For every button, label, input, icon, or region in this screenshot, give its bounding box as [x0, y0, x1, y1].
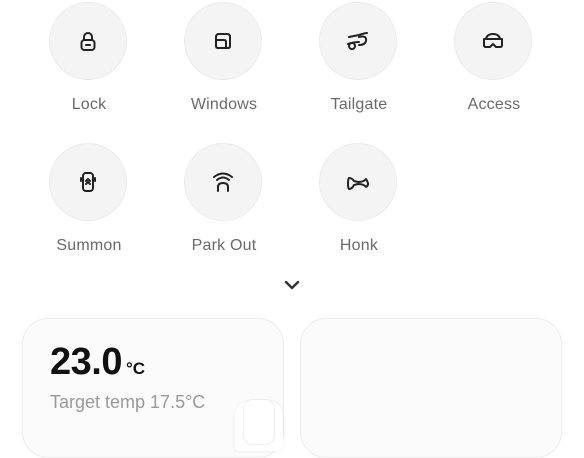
lock-control[interactable]: Lock — [29, 2, 149, 122]
tailgate-label: Tailgate — [330, 96, 388, 113]
summon-icon — [76, 169, 100, 195]
lock-label: Lock — [71, 96, 107, 113]
temp-unit: °C — [125, 359, 146, 378]
target-temp-text: Target temp 17.5°C — [50, 392, 206, 412]
chevron-down-icon — [282, 276, 302, 294]
temp-value: 23.0 — [50, 341, 122, 383]
honk-label: Honk — [339, 237, 379, 254]
honk-control[interactable]: Honk — [299, 143, 419, 263]
summon-control[interactable]: Summon — [29, 143, 149, 263]
park-out-label: Park Out — [191, 237, 257, 254]
window-icon — [211, 29, 235, 53]
park-out-icon — [210, 169, 236, 195]
honk-button[interactable] — [319, 143, 397, 221]
summon-button[interactable] — [49, 143, 127, 221]
lock-icon — [76, 29, 100, 53]
lock-button[interactable] — [49, 2, 127, 80]
access-label: Access — [467, 96, 521, 113]
windows-button[interactable] — [184, 2, 262, 80]
windows-control[interactable]: Windows — [164, 2, 284, 122]
expand-controls-button[interactable] — [282, 276, 302, 294]
access-control[interactable]: Access — [434, 2, 554, 122]
horn-icon — [344, 170, 372, 194]
access-goggles-icon — [480, 29, 506, 53]
access-button[interactable] — [454, 2, 532, 80]
climate-card[interactable]: 23.0 °C Target temp 17.5°C — [22, 318, 284, 458]
secondary-card[interactable] — [300, 318, 562, 458]
tailgate-icon — [345, 29, 371, 53]
park-out-button[interactable] — [184, 143, 262, 221]
summon-label: Summon — [56, 237, 122, 254]
park-out-control[interactable]: Park Out — [164, 143, 284, 263]
interior-temp: 23.0 °C — [50, 341, 145, 384]
windows-label: Windows — [190, 96, 258, 113]
seat-graphic — [235, 399, 283, 451]
tailgate-button[interactable] — [319, 2, 397, 80]
tailgate-control[interactable]: Tailgate — [299, 2, 419, 122]
